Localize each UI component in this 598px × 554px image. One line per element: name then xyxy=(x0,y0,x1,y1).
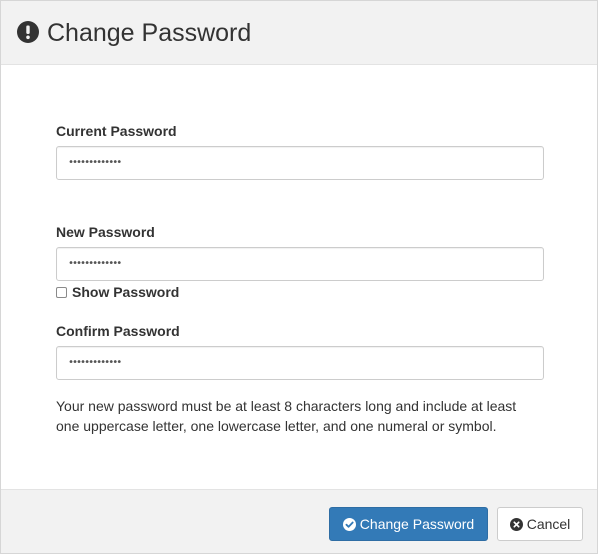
change-password-button[interactable]: Change Password xyxy=(329,507,488,541)
change-password-button-label: Change Password xyxy=(359,516,475,532)
dialog-header: Change Password xyxy=(1,1,597,65)
help-text-line: one uppercase letter, one lowercase lett… xyxy=(56,418,497,434)
exclamation-circle-icon xyxy=(17,21,39,43)
current-password-input[interactable]: ••••••••••••• xyxy=(56,146,544,180)
password-requirements-text: Your new password must be at least 8 cha… xyxy=(56,396,546,436)
times-circle-icon xyxy=(509,517,523,531)
cancel-button-label: Cancel xyxy=(526,516,571,532)
confirm-password-input[interactable]: ••••••••••••• xyxy=(56,346,544,380)
dialog-title: Change Password xyxy=(47,19,252,47)
show-password-checkbox[interactable] xyxy=(56,286,67,298)
change-password-dialog: Change Password Current Password •••••••… xyxy=(0,0,598,554)
cancel-button[interactable]: Cancel xyxy=(497,507,583,541)
show-password-label[interactable]: Show Password xyxy=(72,283,179,301)
new-password-input[interactable]: ••••••••••••• xyxy=(56,247,544,281)
show-password-option[interactable]: Show Password xyxy=(56,283,179,301)
confirm-password-label: Confirm Password xyxy=(56,323,180,339)
help-text-line: Your new password must be at least 8 cha… xyxy=(56,398,517,414)
current-password-label: Current Password xyxy=(56,123,177,139)
dialog-footer: Change Password Cancel xyxy=(1,489,597,553)
new-password-label: New Password xyxy=(56,224,155,240)
check-circle-icon xyxy=(342,517,356,531)
